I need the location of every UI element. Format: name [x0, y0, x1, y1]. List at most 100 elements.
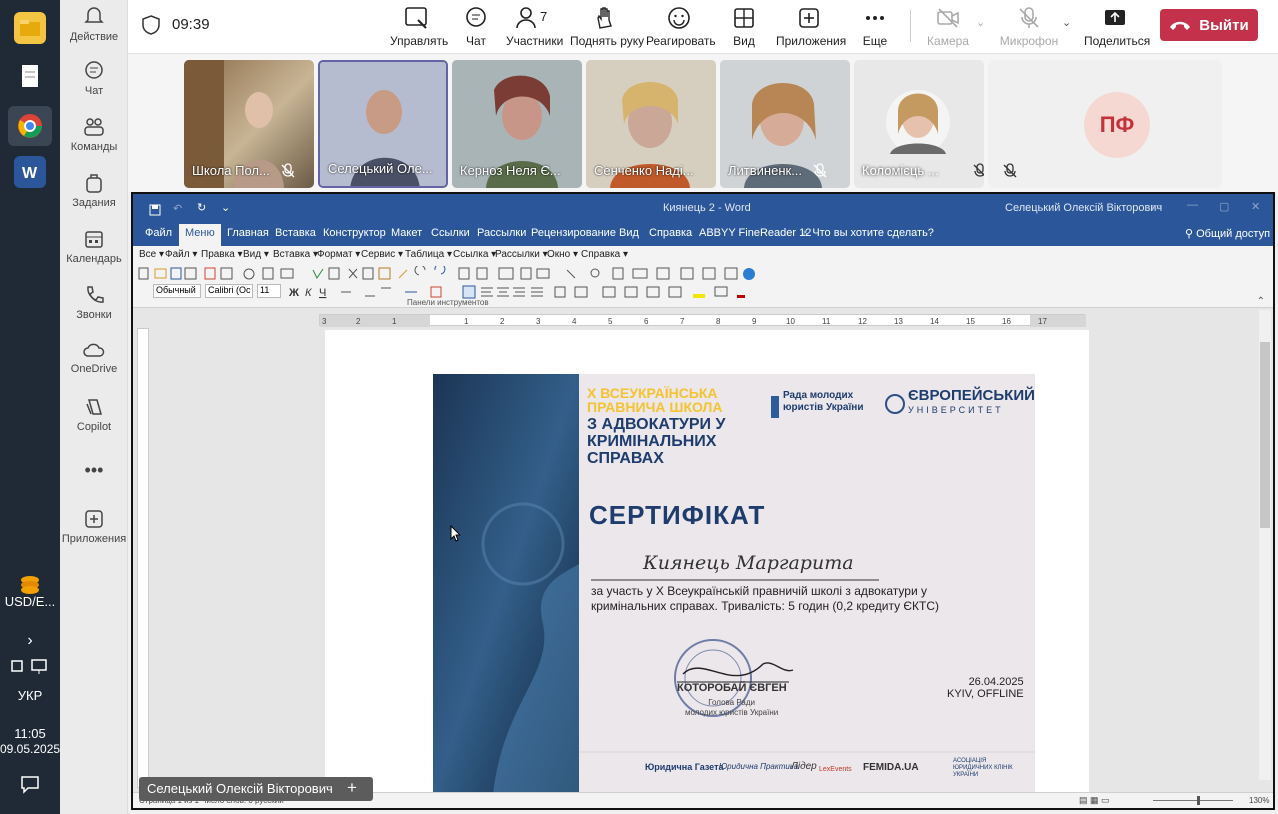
- share-button[interactable]: Поделиться: [1084, 6, 1150, 48]
- zoom-in-icon[interactable]: +: [347, 778, 357, 798]
- save-icon[interactable]: [149, 204, 161, 216]
- more-button[interactable]: Еще: [858, 6, 892, 48]
- tab-view[interactable]: Вид: [619, 227, 639, 239]
- rail-item-chat[interactable]: Чат: [60, 60, 128, 97]
- tab-help[interactable]: Справка: [649, 227, 692, 239]
- tab-menu[interactable]: Меню: [179, 224, 221, 246]
- menu-tools[interactable]: Сервис ▾: [361, 249, 403, 260]
- menu-file[interactable]: Файл ▾: [165, 249, 197, 260]
- menu-insert[interactable]: Вставка ▾: [273, 249, 318, 260]
- tab-mailings[interactable]: Рассылки: [477, 227, 526, 239]
- menu-link[interactable]: Ссылка ▾: [453, 249, 496, 260]
- participant-tile[interactable]: ПФ: [988, 60, 1222, 188]
- clock-time[interactable]: 11:05: [0, 726, 60, 741]
- notepad-icon[interactable]: [14, 60, 46, 92]
- view-button[interactable]: Вид: [726, 6, 762, 48]
- tab-insert[interactable]: Вставка: [275, 227, 316, 239]
- font-size-select[interactable]: 11: [257, 284, 281, 298]
- svg-text:17: 17: [1038, 317, 1047, 326]
- camera-options-chevron-icon[interactable]: ⌄: [976, 16, 985, 29]
- account-name[interactable]: Селецький Олексій Вікторович: [1005, 202, 1162, 214]
- word-icon[interactable]: W: [14, 156, 46, 188]
- scrollbar-thumb[interactable]: [1260, 342, 1270, 528]
- redo-icon[interactable]: ↻: [197, 201, 206, 214]
- participants-button[interactable]: 7 Участники: [506, 6, 563, 48]
- notifications-icon[interactable]: [0, 774, 60, 797]
- participant-avatar: ПФ: [1084, 92, 1150, 158]
- rail-item-calendar[interactable]: Календарь: [60, 228, 128, 265]
- menu-edit[interactable]: Правка ▾: [201, 249, 243, 260]
- rail-item-activity[interactable]: Действие: [60, 4, 128, 43]
- rail-item-assignments[interactable]: Задания: [60, 172, 128, 209]
- menu-help[interactable]: Справка ▾: [581, 249, 628, 260]
- share-doc-button[interactable]: ⚲ Общий доступ: [1185, 227, 1270, 240]
- participant-tile[interactable]: Литвиненк...: [720, 60, 850, 188]
- rail-item-teams[interactable]: Команды: [60, 116, 128, 153]
- standard-toolbar-icons[interactable]: [137, 266, 757, 282]
- tab-review[interactable]: Рецензирование: [531, 227, 616, 239]
- participant-tile[interactable]: Кернoз Неля Є...: [452, 60, 582, 188]
- mic-button[interactable]: Микрофон: [998, 6, 1060, 48]
- rail-item-calls[interactable]: Звонки: [60, 284, 128, 321]
- vertical-ruler[interactable]: [137, 328, 149, 788]
- formatting-toolbar-icons[interactable]: Ж К Ч: [285, 284, 745, 300]
- tab-file[interactable]: Файл: [145, 227, 172, 239]
- react-button[interactable]: Реагировать: [646, 6, 716, 48]
- rail-item-copilot[interactable]: Copilot: [60, 396, 128, 433]
- word-title-bar: ↶ ↻ ⌄ Киянець 2 - Word Селецький Олексій…: [133, 194, 1273, 224]
- font-select[interactable]: Calibri (Ос: [205, 284, 253, 298]
- tab-layout[interactable]: Макет: [391, 227, 422, 239]
- zoom-slider[interactable]: [1153, 800, 1233, 801]
- participant-tile[interactable]: Селецький Оле...: [318, 60, 448, 188]
- rail-item-apps[interactable]: Приложения: [60, 508, 128, 545]
- leave-button[interactable]: Выйти: [1160, 9, 1258, 41]
- chat-button[interactable]: Чат: [458, 6, 494, 48]
- cert-sponsor: Лідер: [791, 761, 817, 772]
- menu-table[interactable]: Таблица ▾: [405, 249, 452, 260]
- svg-text:W: W: [22, 165, 38, 182]
- zoom-level[interactable]: 130%: [1249, 796, 1269, 805]
- view-mode-icons[interactable]: ▤ ▦ ▭: [1079, 795, 1110, 806]
- manage-icon: [405, 7, 427, 29]
- ribbon-options-icon[interactable]: ▭: [1151, 200, 1161, 213]
- tell-me-box[interactable]: ♁ Что вы хотите сделать?: [801, 227, 934, 239]
- menu-window[interactable]: Окно ▾: [547, 249, 578, 260]
- tab-references[interactable]: Ссылки: [431, 227, 470, 239]
- zoom-slider-thumb[interactable]: [1197, 796, 1200, 805]
- manage-button[interactable]: Управлять: [390, 6, 448, 48]
- menu-format[interactable]: Формат ▾: [317, 249, 360, 260]
- apps-button[interactable]: Приложения: [776, 6, 846, 48]
- close-icon[interactable]: ✕: [1251, 200, 1260, 213]
- tab-home[interactable]: Главная: [227, 227, 269, 239]
- menu-all[interactable]: Все ▾: [139, 249, 164, 260]
- tab-abbyy[interactable]: ABBYY FineReader 12: [699, 227, 811, 239]
- minimize-icon[interactable]: —: [1187, 199, 1198, 211]
- zoom-out-icon[interactable]: −: [323, 779, 332, 797]
- tab-design[interactable]: Конструктор: [323, 227, 386, 239]
- participant-tile[interactable]: Коломієць ...: [854, 60, 984, 188]
- document-page[interactable]: X ВСЕУКРАЇНСЬКА ПРАВНИЧА ШКОЛА З АДВОКАТУ…: [325, 330, 1089, 794]
- camera-button[interactable]: Камера: [924, 6, 972, 48]
- maximize-icon[interactable]: ▢: [1219, 200, 1229, 213]
- tray-icons[interactable]: [0, 656, 60, 679]
- quick-access-chevron-icon[interactable]: ⌄: [221, 201, 230, 214]
- participant-tile[interactable]: Сенченко Наді...: [586, 60, 716, 188]
- collapse-ribbon-icon[interactable]: ⌃: [1257, 296, 1265, 307]
- menu-view[interactable]: Вид ▾: [243, 249, 269, 260]
- language-indicator[interactable]: УКР: [0, 688, 60, 703]
- horizontal-ruler[interactable]: 3 2 1 1 2 3 4 5 6 7 8 9 10 11 12 13 14 15 16 17: [319, 314, 1086, 327]
- chrome-icon[interactable]: [8, 106, 52, 146]
- file-explorer-icon[interactable]: [14, 12, 46, 44]
- style-select[interactable]: Обычный: [153, 284, 201, 298]
- mic-options-chevron-icon[interactable]: ⌄: [1062, 16, 1071, 29]
- rail-item-onedrive[interactable]: OneDrive: [60, 340, 128, 375]
- more-apps-icon[interactable]: •••: [60, 460, 128, 481]
- chevron-right-icon[interactable]: ›: [0, 632, 60, 650]
- participant-tile[interactable]: Школа Пол...: [184, 60, 314, 188]
- raise-hand-button[interactable]: Поднять руку: [570, 6, 644, 48]
- clock-date[interactable]: 09.05.2025: [0, 742, 60, 756]
- vertical-scrollbar[interactable]: [1259, 310, 1271, 780]
- currency-widget[interactable]: USD/E...: [0, 594, 60, 609]
- undo-icon[interactable]: ↶: [173, 202, 182, 215]
- menu-mailings[interactable]: Рассылки ▾: [495, 249, 548, 260]
